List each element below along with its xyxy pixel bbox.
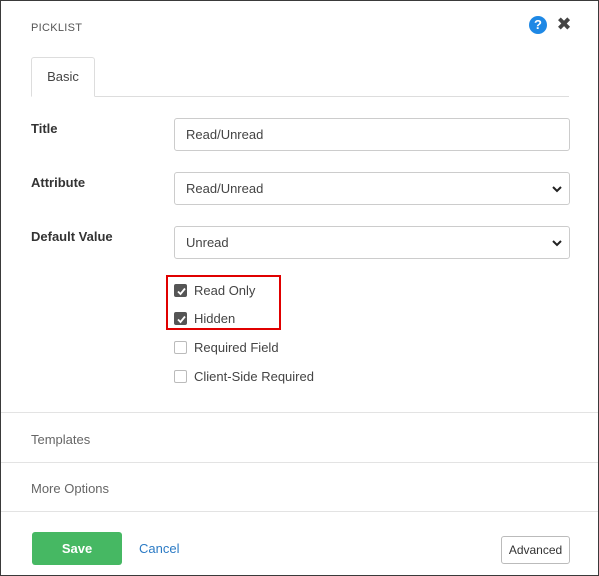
tab-basic[interactable]: Basic [31, 57, 95, 97]
chevron-down-icon [552, 240, 562, 247]
default-value-select[interactable]: Unread [174, 226, 570, 259]
advanced-button[interactable]: Advanced [501, 536, 570, 564]
attribute-select[interactable]: Read/Unread [174, 172, 570, 205]
templates-section[interactable]: Templates [31, 432, 90, 447]
section-divider [1, 412, 598, 413]
default-value-select-value: Unread [186, 235, 229, 250]
dialog-title: PICKLIST [31, 22, 83, 34]
title-input[interactable]: Read/Unread [174, 118, 570, 151]
client-side-required-label: Client-Side Required [194, 369, 314, 384]
close-icon[interactable]: ✖ [556, 14, 572, 34]
section-divider [1, 511, 598, 512]
attribute-label: Attribute [31, 175, 86, 190]
chevron-down-icon [552, 186, 562, 193]
client-side-required-checkbox[interactable] [174, 370, 187, 383]
save-button[interactable]: Save [32, 532, 122, 565]
required-field-label: Required Field [194, 340, 279, 355]
highlight-annotation [166, 275, 281, 330]
attribute-select-value: Read/Unread [186, 181, 264, 196]
picklist-dialog: PICKLIST ? ✖ Basic Title Read/Unread Att… [0, 0, 599, 576]
required-field-checkbox[interactable] [174, 341, 187, 354]
tab-strip-border [31, 96, 569, 97]
default-value-label: Default Value [31, 229, 113, 244]
help-icon[interactable]: ? [529, 16, 547, 34]
cancel-link[interactable]: Cancel [139, 541, 179, 556]
more-options-section[interactable]: More Options [31, 481, 109, 496]
title-label: Title [31, 121, 58, 136]
section-divider [1, 462, 598, 463]
